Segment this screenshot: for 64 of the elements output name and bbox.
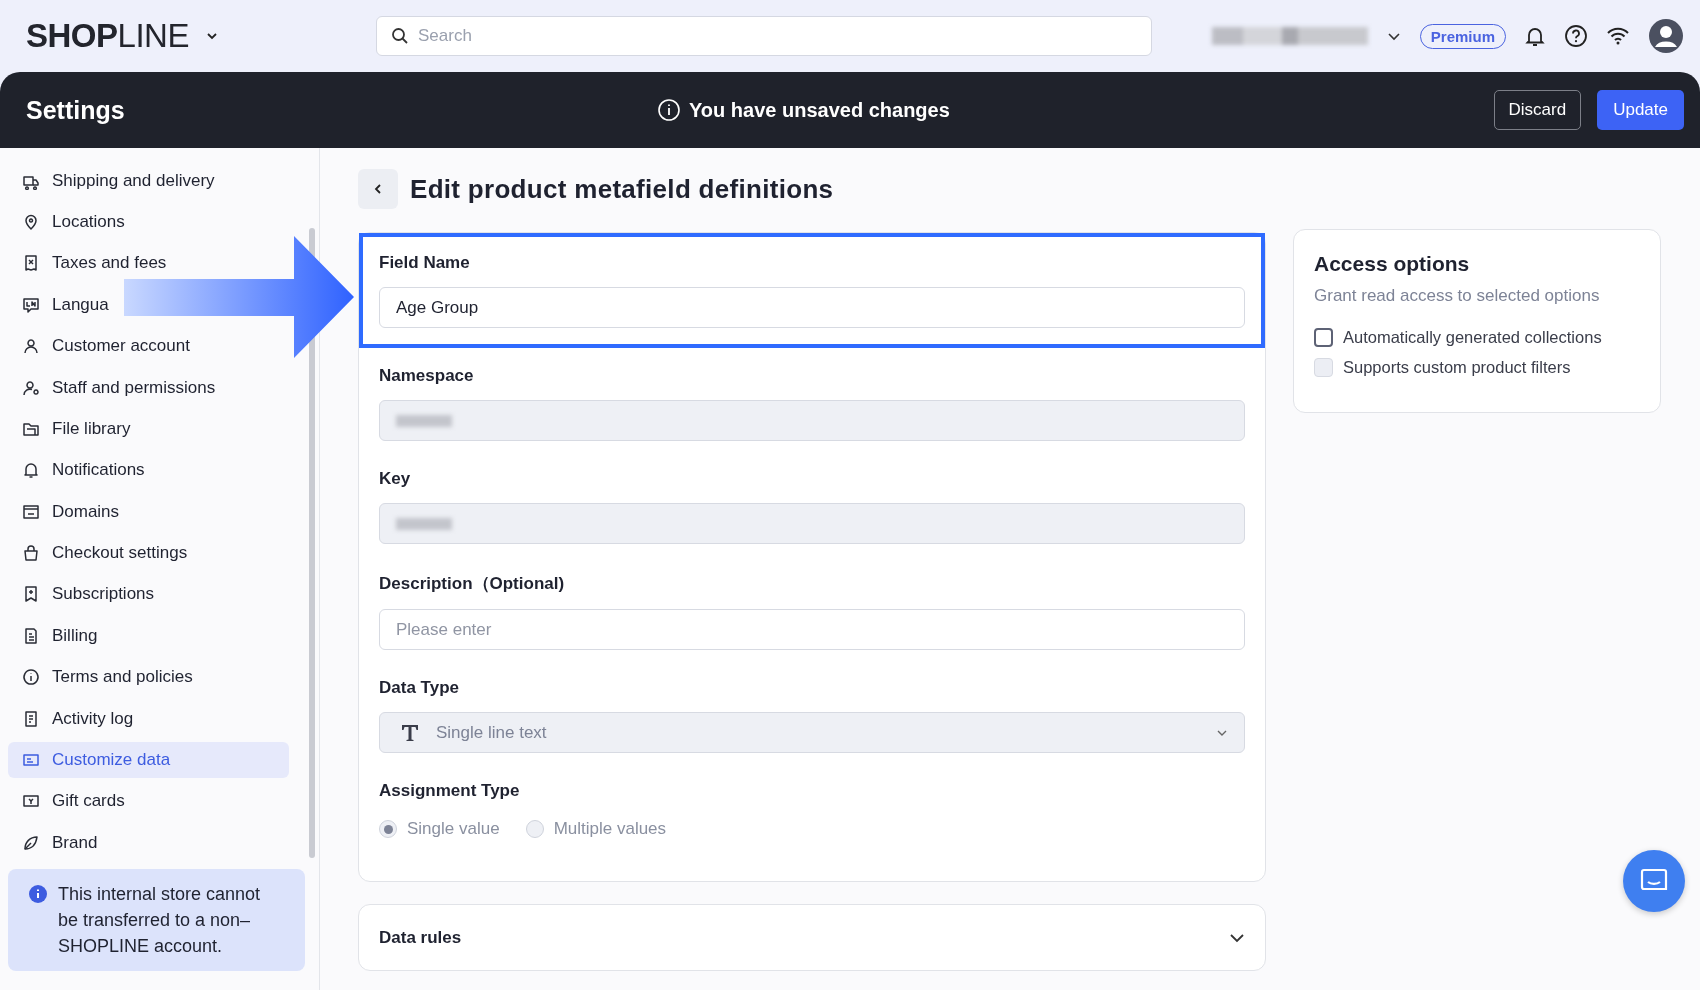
sidebar-item[interactable]: Langua (8, 290, 111, 319)
bookmark-plus-icon (22, 585, 40, 604)
sidebar-item[interactable]: Locations (8, 208, 127, 237)
sidebar-item[interactable]: Domains (8, 497, 122, 526)
leaf-icon (22, 833, 40, 852)
sidebar-item[interactable]: Terms and policies (8, 663, 195, 692)
checkbox[interactable] (1314, 328, 1333, 347)
browser-icon (22, 502, 40, 521)
sidebar-item[interactable]: File library (8, 414, 133, 443)
shopping-bag-icon (22, 544, 40, 563)
logo[interactable]: SHOPLINE (26, 17, 189, 55)
field-label: Assignment Type (379, 781, 521, 801)
blurred-value (396, 517, 452, 530)
sidebar-item[interactable]: Brand (8, 828, 100, 857)
input-field[interactable]: Age Group (379, 287, 1245, 328)
sidebar-item[interactable]: Subscriptions (8, 580, 157, 609)
sidebar-item[interactable]: Gift cards (8, 787, 127, 816)
text-type-icon (400, 722, 420, 743)
clipboard-icon (22, 709, 40, 728)
page-header-title: Settings (26, 95, 125, 125)
card-title: Access options (1314, 252, 1471, 276)
discard-button[interactable]: Discard (1493, 90, 1582, 130)
notice-text: This internal store cannot be transferred to a non–SHOPLINE account. (58, 883, 262, 959)
card-subtitle: Grant read access to selected options (1314, 286, 1601, 306)
radio-button[interactable] (379, 820, 397, 838)
search-field[interactable]: Search (376, 16, 1152, 56)
help-icon[interactable] (1564, 24, 1588, 48)
location-pin-icon (22, 213, 40, 232)
search-icon (391, 27, 409, 45)
sidebar-item[interactable]: Staff and permissions (8, 373, 218, 402)
update-button[interactable]: Update (1597, 90, 1684, 130)
data-rules-section[interactable]: Data rules (358, 904, 1266, 971)
page-title: Edit product metafield definitions (410, 173, 834, 205)
sidebar-item[interactable]: Activity log (8, 704, 136, 733)
plan-badge: Premium (1419, 23, 1506, 49)
sidebar-item[interactable]: Customer account (8, 332, 192, 361)
radio-button[interactable] (525, 820, 544, 838)
info-icon (657, 98, 681, 122)
bell-icon (22, 461, 40, 480)
sidebar-item[interactable]: Taxes and fees (8, 249, 169, 278)
blurred-value (396, 414, 452, 427)
field-label: Field Name (379, 253, 471, 273)
input-field[interactable]: Please enter (379, 609, 1245, 650)
checkbox-option[interactable]: Automatically generated collections (1314, 328, 1640, 347)
sidebar-item[interactable]: Shipping and delivery (8, 166, 217, 195)
field-label: Data Type (379, 678, 460, 698)
sidebar-item[interactable]: Notifications (8, 456, 147, 485)
sidebar-item[interactable]: Customize data (8, 741, 289, 778)
unsaved-changes-text: You have unsaved changes (689, 98, 950, 122)
person-icon (22, 337, 40, 356)
info-icon (22, 668, 40, 687)
field-label: Description（Optional) (379, 573, 566, 595)
field-label: Key (379, 469, 412, 489)
field-label: Namespace (379, 366, 475, 386)
sidebar-item[interactable]: Checkout settings (8, 539, 190, 568)
avatar-icon[interactable] (1648, 18, 1684, 54)
sidebar-item[interactable]: Billing (8, 621, 100, 650)
wifi-icon[interactable] (1606, 26, 1630, 46)
receipt-icon (22, 254, 40, 273)
person-gear-icon (22, 378, 40, 397)
info-icon (28, 884, 48, 905)
bell-icon[interactable] (1524, 25, 1546, 47)
document-icon (22, 626, 40, 645)
language-icon (22, 295, 40, 314)
